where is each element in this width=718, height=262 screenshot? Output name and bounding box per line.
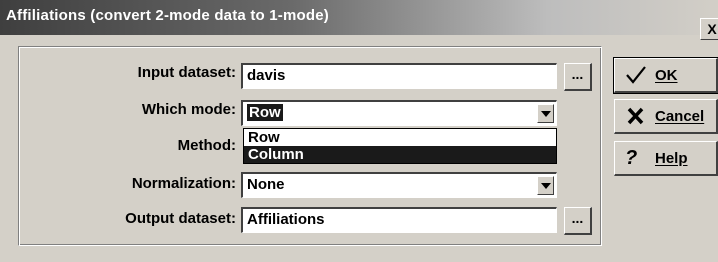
question-icon: ? xyxy=(625,147,638,169)
normalization-selected-value: None xyxy=(247,176,285,193)
close-button[interactable]: X xyxy=(700,18,718,40)
x-icon xyxy=(625,106,647,126)
window-title: Affiliations (convert 2-mode data to 1-m… xyxy=(6,7,329,24)
help-button[interactable]: ? Help xyxy=(614,141,718,176)
affiliations-dialog: Affiliations (convert 2-mode data to 1-m… xyxy=(0,0,718,262)
help-button-label: Help xyxy=(655,150,688,167)
input-dataset-browse-button[interactable]: ... xyxy=(564,63,592,91)
which-mode-dropdown-list: Row Column xyxy=(243,128,557,164)
input-dataset-field[interactable]: davis xyxy=(241,63,557,89)
dropdown-option-row[interactable]: Row xyxy=(244,129,556,146)
cancel-button[interactable]: Cancel xyxy=(614,99,718,134)
cancel-button-label: Cancel xyxy=(655,108,705,125)
which-mode-label: Which mode: xyxy=(141,101,236,118)
dropdown-option-column[interactable]: Column xyxy=(244,146,556,163)
output-dataset-field[interactable]: Affiliations xyxy=(241,207,557,233)
which-mode-dropdown-arrow-icon[interactable] xyxy=(537,104,554,123)
method-label: Method: xyxy=(177,137,236,154)
output-dataset-label: Output dataset: xyxy=(125,210,236,227)
which-mode-select[interactable]: Row xyxy=(241,100,557,126)
ok-button[interactable]: OK xyxy=(613,57,718,94)
title-bar: Affiliations (convert 2-mode data to 1-m… xyxy=(0,0,718,35)
normalization-select[interactable]: None xyxy=(241,172,557,198)
output-dataset-browse-button[interactable]: ... xyxy=(564,207,592,235)
normalization-dropdown-arrow-icon[interactable] xyxy=(537,176,554,195)
which-mode-selected-value: Row xyxy=(247,104,283,121)
normalization-label: Normalization: xyxy=(131,175,236,192)
ok-button-label: OK xyxy=(655,67,678,84)
input-dataset-label: Input dataset: xyxy=(137,64,236,81)
checkmark-icon xyxy=(625,65,647,85)
